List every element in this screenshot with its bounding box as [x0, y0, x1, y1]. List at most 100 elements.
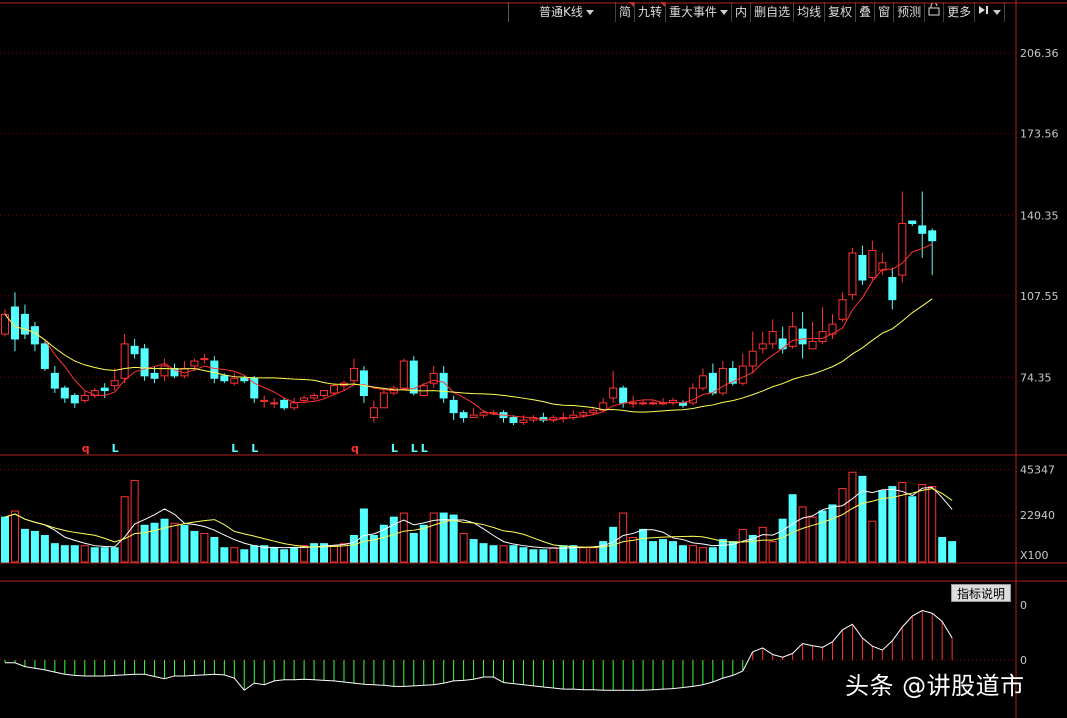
candle-body	[200, 358, 209, 361]
candle-body	[210, 360, 219, 379]
candle-body	[160, 365, 169, 377]
volume-bar	[948, 541, 957, 563]
volume-bar	[250, 545, 259, 563]
volume-bar	[210, 537, 219, 563]
candle-body	[918, 225, 927, 234]
candle-body	[310, 394, 319, 399]
price-tick-label: 140.35	[1020, 209, 1059, 222]
volume-bar	[629, 537, 638, 563]
volume-bar	[878, 490, 887, 563]
watermark: 头条 @讲股道市	[845, 672, 1025, 700]
volume-bar	[140, 524, 149, 563]
candle-body	[230, 377, 239, 384]
candle-body	[928, 230, 937, 242]
volume-bar	[300, 545, 309, 563]
candle-body	[459, 412, 468, 419]
volume-bar	[60, 545, 69, 563]
candle-body	[818, 331, 827, 342]
volume-bar	[220, 547, 229, 563]
volume-bar	[758, 526, 767, 563]
candle-body	[130, 345, 139, 355]
volume-bar	[160, 518, 169, 563]
price-tick-label: 107.55	[1020, 290, 1059, 303]
volume-bar	[240, 549, 249, 563]
candle-body	[369, 407, 378, 419]
volume-bar	[908, 496, 917, 563]
volume-bar	[50, 543, 59, 563]
candle-body	[20, 313, 29, 335]
volume-bar	[110, 547, 119, 563]
stock-chart: 206.36173.56140.35107.5574.35q L L Lq L L L453…	[0, 0, 1067, 718]
candle-body	[359, 370, 368, 396]
price-tick-label: 206.36	[1020, 47, 1059, 60]
volume-bar	[808, 516, 817, 563]
volume-bar	[768, 541, 777, 563]
candle-body	[788, 326, 797, 347]
volume-bar	[280, 549, 289, 563]
volume-bar	[200, 532, 209, 563]
price-tick-label: 74.35	[1020, 371, 1052, 384]
candle-body	[260, 399, 269, 402]
candle-body	[270, 402, 279, 405]
volume-bar	[938, 537, 947, 563]
volume-bar	[489, 545, 498, 563]
candle-body	[838, 299, 847, 320]
volume-bar	[579, 547, 588, 563]
volume-bar	[180, 524, 189, 563]
price-tick-label: 173.56	[1020, 128, 1059, 141]
candle-body	[708, 372, 717, 394]
signal-marker: L	[231, 442, 238, 455]
volume-bar	[589, 547, 598, 563]
volume-bar	[409, 532, 418, 563]
candle-body	[858, 254, 867, 281]
volume-bar	[539, 549, 548, 563]
volume-bar	[459, 532, 468, 563]
volume-bar	[499, 545, 508, 563]
indicator-help-button[interactable]: 指标说明	[951, 584, 1011, 602]
volume-bar	[828, 504, 837, 563]
candle-body	[300, 397, 309, 401]
volume-bar	[718, 539, 727, 563]
volume-bar	[738, 528, 747, 563]
signal-marker: q	[82, 442, 90, 455]
volume-bar	[788, 494, 797, 563]
volume-bar	[20, 528, 29, 563]
candle-body	[469, 414, 478, 419]
volume-bar	[439, 512, 448, 563]
candle-body	[509, 417, 518, 424]
volume-bar	[818, 510, 827, 563]
signal-marker: L	[411, 442, 418, 455]
volume-bar	[838, 488, 847, 563]
volume-tick-label: X100	[1020, 549, 1049, 562]
candle-body	[778, 338, 787, 350]
volume-bar	[479, 543, 488, 563]
candle-body	[898, 222, 907, 276]
volume-bar	[778, 518, 787, 563]
candle-body	[439, 372, 448, 399]
volume-bar	[918, 484, 927, 563]
candle-body	[280, 399, 289, 409]
candle-body	[629, 402, 638, 405]
candle-body	[240, 377, 249, 382]
candle-body	[698, 375, 707, 389]
candle-body	[50, 372, 59, 389]
candle-body	[330, 385, 339, 394]
candle-body	[40, 343, 49, 369]
volume-bar	[668, 541, 677, 563]
candle-body	[748, 350, 757, 367]
volume-bar	[708, 547, 717, 563]
candle-body	[718, 367, 727, 394]
candle-body	[110, 380, 119, 387]
volume-bar	[858, 475, 867, 563]
volume-bar	[120, 496, 129, 563]
volume-bar	[529, 549, 538, 563]
candle-body	[649, 402, 658, 405]
candle-body	[888, 277, 897, 301]
volume-tick-label: 45347	[1020, 464, 1055, 477]
volume-bar	[688, 545, 697, 563]
volume-bar	[30, 530, 39, 563]
volume-bar	[928, 486, 937, 563]
candle-body	[579, 412, 588, 416]
candle-body	[399, 360, 408, 389]
volume-bar	[130, 479, 139, 563]
